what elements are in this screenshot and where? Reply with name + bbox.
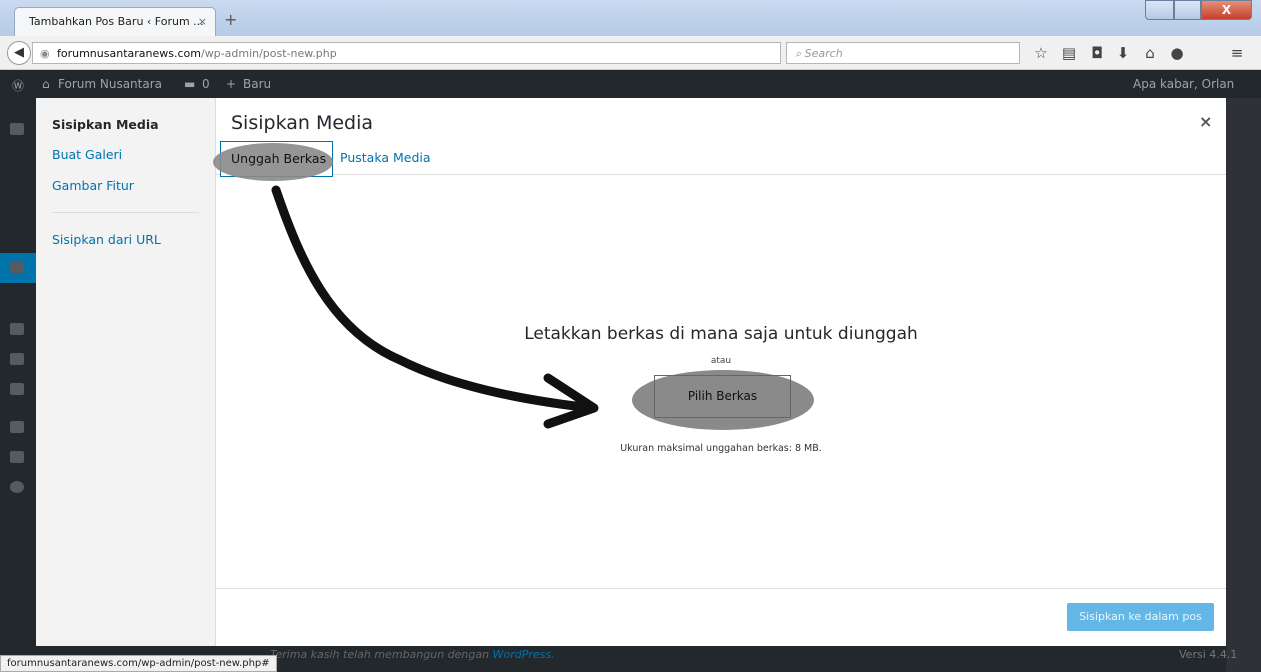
- annotation-arrow: [271, 185, 599, 429]
- browser-status-bar: forumnusantaranews.com/wp-admin/post-new…: [0, 655, 277, 672]
